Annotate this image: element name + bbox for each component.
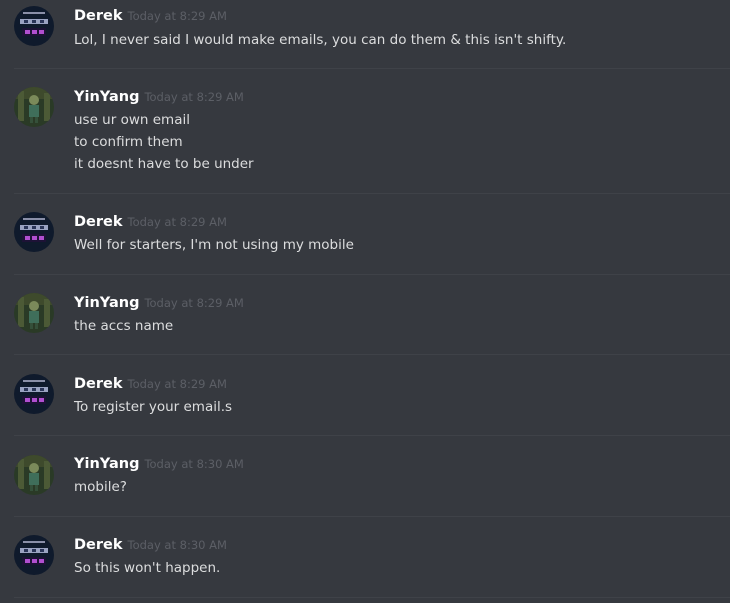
- chat-messages: Derek Today at 8:29 AM Lol, I never said …: [0, 0, 730, 603]
- message-timestamp: Today at 8:30 AM: [144, 457, 244, 471]
- derek-avatar[interactable]: [14, 535, 54, 575]
- derek-avatar-icon: [14, 6, 54, 46]
- message-text: use ur own email: [74, 112, 190, 128]
- message-text: Well for starters, I'm not using my mobi…: [74, 237, 354, 253]
- message-timestamp: Today at 8:29 AM: [144, 90, 244, 104]
- message-author[interactable]: YinYang Today at 8:29 AM: [74, 88, 244, 106]
- yinyang-avatar[interactable]: [14, 87, 54, 127]
- message-divider: [14, 68, 730, 69]
- message-timestamp: Today at 8:29 AM: [127, 377, 227, 391]
- message-text: So this won't happen.: [74, 560, 221, 576]
- message-divider: [14, 597, 730, 598]
- yinyang-avatar[interactable]: [14, 455, 54, 495]
- message-text: To register your email.s: [74, 399, 233, 415]
- message-author[interactable]: Derek Today at 8:30 AM: [74, 536, 227, 554]
- message-divider: [14, 274, 730, 275]
- yinyang-avatar[interactable]: [14, 293, 54, 333]
- message-divider: [14, 435, 730, 436]
- message-text: to confirm them: [74, 134, 183, 150]
- message-timestamp: Today at 8:29 AM: [127, 215, 227, 229]
- message-text: it doesnt have to be under: [74, 156, 254, 172]
- derek-avatar[interactable]: [14, 6, 54, 46]
- message-divider: [14, 354, 730, 355]
- message-divider: [14, 193, 730, 194]
- message-timestamp: Today at 8:30 AM: [127, 538, 227, 552]
- message-author[interactable]: Derek Today at 8:29 AM: [74, 7, 227, 25]
- message-author[interactable]: Derek Today at 8:29 AM: [74, 213, 227, 231]
- derek-avatar-icon: [14, 535, 54, 575]
- message-text: Lol, I never said I would make emails, y…: [74, 32, 567, 48]
- message-text: mobile?: [74, 479, 127, 495]
- yinyang-avatar-icon: [14, 87, 54, 127]
- message-divider: [14, 516, 730, 517]
- message-author[interactable]: YinYang Today at 8:29 AM: [74, 294, 244, 312]
- yinyang-avatar-icon: [14, 455, 54, 495]
- message-author[interactable]: YinYang Today at 8:30 AM: [74, 455, 244, 473]
- message-timestamp: Today at 8:29 AM: [144, 296, 244, 310]
- message-timestamp: Today at 8:29 AM: [127, 9, 227, 23]
- message-author[interactable]: Derek Today at 8:29 AM: [74, 375, 227, 393]
- derek-avatar[interactable]: [14, 374, 54, 414]
- derek-avatar-icon: [14, 374, 54, 414]
- derek-avatar-icon: [14, 212, 54, 252]
- derek-avatar[interactable]: [14, 212, 54, 252]
- message-text: the accs name: [74, 318, 174, 334]
- yinyang-avatar-icon: [14, 293, 54, 333]
